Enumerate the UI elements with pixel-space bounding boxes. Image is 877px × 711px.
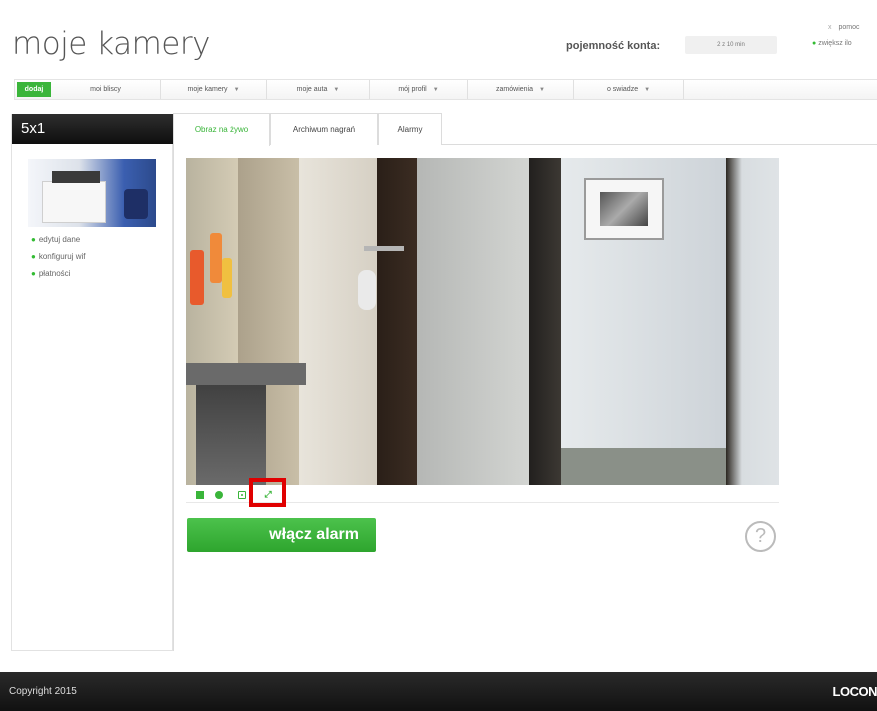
nav-item-label: moje auta: [296, 86, 328, 93]
sidebar-link-label: płatności: [38, 269, 71, 278]
nav-item-label: moi bliscy: [90, 86, 121, 93]
nav-item-label: mój profil: [398, 86, 427, 93]
logo-title[interactable]: moje kamery: [12, 26, 210, 62]
tab-alarms[interactable]: Alarmy: [378, 113, 442, 145]
video-door-frame: [377, 158, 417, 485]
brand-logo[interactable]: LOCON: [833, 684, 877, 699]
chevron-down-icon: ▼: [432, 87, 439, 93]
expand-capacity-link[interactable]: ● zwiększ ilo: [812, 40, 852, 47]
thumbnail-printer-top-shape: [52, 171, 100, 183]
chevron-down-icon: ▼: [233, 87, 240, 93]
copyright-text: Copyright 2015: [9, 686, 77, 697]
video-door: [726, 158, 779, 485]
help-link[interactable]: x pomoc: [828, 24, 860, 31]
sidebar-link-label: konfiguruj wif: [38, 252, 86, 261]
bullet-icon: ●: [812, 40, 817, 47]
main-nav: dodaj moi bliscy moje kamery ▼ moje auta ▼…: [14, 79, 877, 100]
help-icon[interactable]: ?: [745, 521, 776, 552]
chevron-down-icon: ▼: [333, 87, 340, 93]
camera-thumbnail[interactable]: [28, 159, 156, 227]
nav-item-my-profile[interactable]: mój profil ▼: [370, 80, 468, 99]
highlight-box: [249, 478, 286, 507]
video-toy: [358, 270, 376, 310]
nav-item-my-cars[interactable]: moje auta ▼: [267, 80, 370, 99]
nav-item-loved-ones[interactable]: moi bliscy: [51, 80, 161, 99]
video-door: [299, 158, 377, 485]
video-floor: [561, 448, 726, 485]
thumbnail-printer-shape: [42, 181, 106, 223]
video-door-frame: [529, 158, 561, 485]
video-desk-base: [196, 385, 266, 485]
nav-item-label: moje kamery: [187, 86, 228, 93]
sidebar-link-label: edytuj dane: [38, 235, 81, 244]
nav-item-label: zamówienia: [496, 86, 533, 93]
content-tabs: Obraz na żywo Archiwum nagrań Alarmy: [173, 113, 877, 146]
enable-alarm-button[interactable]: włącz alarm: [187, 518, 376, 552]
record-icon[interactable]: [215, 491, 223, 499]
video-decoration: [190, 250, 204, 305]
video-decoration: [222, 258, 232, 298]
nav-item-orders[interactable]: zamówienia ▼: [468, 80, 574, 99]
video-door-handle: [364, 246, 404, 251]
sidebar-link-edit-data[interactable]: ● edytuj dane: [31, 235, 80, 244]
bullet-icon: ●: [31, 235, 36, 244]
thumbnail-chair-shape: [124, 189, 148, 219]
video-desk: [186, 363, 306, 385]
header: moje kamery pojemność konta: 2 z 10 min …: [0, 0, 877, 78]
close-icon[interactable]: x: [828, 24, 832, 31]
nav-item-my-cameras[interactable]: moje kamery ▼: [161, 80, 267, 99]
video-picture-content: [600, 192, 648, 226]
footer: Copyright 2015 LOCON: [0, 672, 877, 711]
stop-icon[interactable]: [196, 491, 204, 499]
tab-recordings-archive[interactable]: Archiwum nagrań: [270, 113, 378, 145]
nav-item-label: o swiadze: [606, 86, 639, 93]
bullet-icon: ●: [31, 252, 36, 261]
bullet-icon: ●: [31, 269, 36, 278]
nav-item-about[interactable]: o swiadze ▼: [574, 80, 684, 99]
help-link-label[interactable]: pomoc: [839, 24, 860, 31]
sidebar-link-payments[interactable]: ● płatności: [31, 269, 70, 278]
video-decoration: [210, 233, 222, 283]
video-wall-picture: [584, 178, 664, 240]
nav-item-add[interactable]: dodaj: [17, 82, 51, 97]
capacity-value: 2 z 10 min: [685, 36, 777, 54]
tab-live-view[interactable]: Obraz na żywo: [173, 113, 270, 146]
chevron-down-icon: ▼: [644, 87, 651, 93]
capacity-label: pojemność konta:: [566, 40, 661, 52]
sidebar: 5x1 ● edytuj dane ● konfiguruj wif ● płatno…: [11, 114, 174, 651]
chevron-down-icon: ▼: [539, 87, 545, 93]
video-glass-door: [417, 158, 529, 485]
expand-capacity-label[interactable]: zwiększ ilo: [818, 40, 851, 47]
snapshot-icon[interactable]: [238, 491, 246, 499]
camera-name-title: 5x1: [12, 114, 174, 144]
live-video-feed[interactable]: [186, 158, 779, 485]
sidebar-link-configure-wifi[interactable]: ● konfiguruj wif: [31, 252, 86, 261]
